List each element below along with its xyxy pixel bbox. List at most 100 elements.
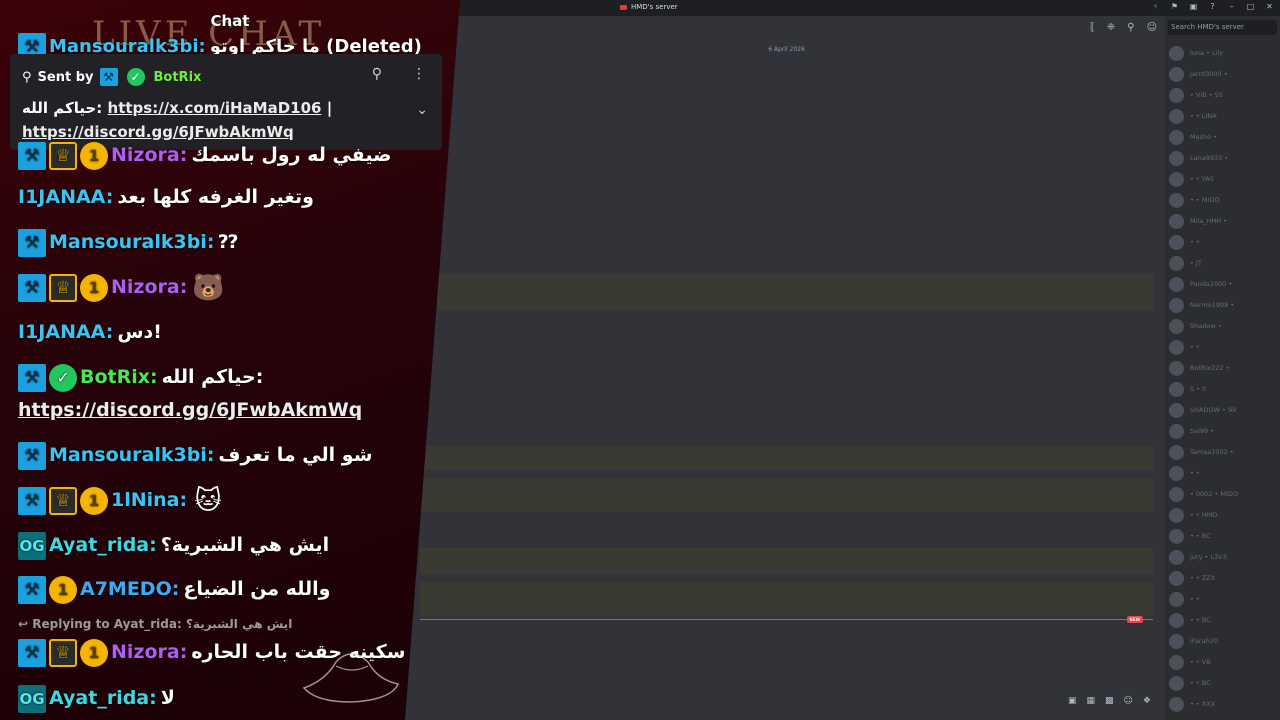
avatar <box>1169 129 1184 145</box>
member-name: Mesho • <box>1190 133 1217 141</box>
member-item[interactable]: • • VB <box>1169 653 1211 671</box>
highlighted-message[interactable] <box>420 446 1153 470</box>
member-item[interactable]: Shadow • <box>1169 317 1222 335</box>
chat-message: ⚒ Mansouralk3bi: شو الي ما تعرف <box>18 440 372 470</box>
member-name: Nermo1999 • <box>1190 301 1235 309</box>
inbox-icon[interactable]: ▣ <box>1189 2 1198 12</box>
avatar <box>1169 612 1184 628</box>
coin-badge-icon: 1 <box>80 273 108 302</box>
bookmark-icon[interactable]: ⚑ <box>1170 2 1179 12</box>
chat-link[interactable]: https://discord.gg/6JFwbAkmWq <box>18 399 362 421</box>
avatar <box>1169 465 1184 481</box>
moderator-badge-icon: ⚒ <box>18 486 46 515</box>
pinned-message[interactable]: ⚲ Sent by ⚒ ✓ BotRix ⚲ ⋮ ⌄ حياكم الله: h… <box>10 54 442 150</box>
member-item[interactable]: SHADOW • 99 <box>1169 401 1236 419</box>
chevron-down-icon[interactable]: ⌄ <box>416 102 428 118</box>
members-icon[interactable]: ☺ <box>1147 22 1157 33</box>
member-item[interactable]: • • <box>1169 464 1200 482</box>
member-name: • JT <box>1190 259 1202 267</box>
help-icon[interactable]: ? <box>1208 2 1217 12</box>
apps-icon[interactable]: ❖ <box>1143 696 1151 706</box>
chat-username: 1lNina: <box>111 489 188 511</box>
chat-username: I1JANAA: <box>18 186 114 208</box>
crown-badge-icon: ♕ <box>49 638 77 667</box>
mute-bell-icon[interactable]: ❈ <box>1107 22 1115 33</box>
member-item[interactable]: Jarrd3000 • <box>1169 65 1228 83</box>
pinned-username: BotRix <box>153 69 202 85</box>
nitro-icon[interactable]: ⚡ <box>1151 2 1160 12</box>
member-item[interactable]: • • YAS <box>1169 170 1214 188</box>
gift-icon[interactable]: ▣ <box>1068 696 1077 706</box>
avatar <box>1169 633 1184 649</box>
member-item[interactable]: Sal99 • <box>1169 422 1214 440</box>
member-item[interactable]: iFarah20 <box>1169 632 1218 650</box>
highlighted-message[interactable] <box>420 548 1153 574</box>
highlighted-message[interactable] <box>420 478 1153 512</box>
member-item[interactable]: • • LINA <box>1169 107 1217 125</box>
member-item[interactable]: Lana9933 • <box>1169 149 1228 167</box>
member-item[interactable]: Tamaa1002 • <box>1169 443 1234 461</box>
member-item[interactable]: • • XXX <box>1169 695 1215 713</box>
og-badge-icon: OG <box>18 684 46 713</box>
member-name: iFarah20 <box>1190 637 1218 645</box>
member-item[interactable]: • • <box>1169 338 1200 356</box>
avatar <box>1169 45 1184 61</box>
member-name: • • VB <box>1190 658 1211 666</box>
member-item[interactable]: • • BC <box>1169 674 1211 692</box>
member-item[interactable]: • • BC <box>1169 611 1211 629</box>
search-input[interactable]: Search HMD's server <box>1168 20 1277 35</box>
avatar <box>1169 318 1184 334</box>
chat-username: Mansouralk3bi: <box>49 444 215 466</box>
channel-toolbar: ⟦ ❈ ⚲ ☺ <box>1090 22 1157 33</box>
pin-icon[interactable]: ⚲ <box>372 66 382 82</box>
coin-badge-icon: 1 <box>49 575 77 604</box>
pinned-sender: ⚲ Sent by ⚒ ✓ BotRix <box>22 68 201 86</box>
sticker-icon[interactable]: ▩ <box>1105 696 1114 706</box>
chat-text: وتغير الغرفه كلها بعد <box>117 186 314 208</box>
member-item[interactable]: BotRix222 • <box>1169 359 1229 377</box>
member-name: Sal99 • <box>1190 427 1215 435</box>
avatar <box>1169 423 1184 439</box>
chat-text: ايش هي الشبرية؟ <box>160 534 330 556</box>
member-item[interactable]: luna • Lily <box>1169 44 1223 62</box>
more-options-icon[interactable]: ⋮ <box>412 66 426 82</box>
chat-text: لا <box>160 687 175 709</box>
member-name: • • <box>1190 469 1200 477</box>
member-name: Lana9933 • <box>1190 154 1229 162</box>
reply-arrow-icon: ↩ <box>18 617 29 631</box>
minimize-icon[interactable]: – <box>1227 2 1236 12</box>
gif-icon[interactable]: ▦ <box>1087 696 1096 706</box>
member-item[interactable]: • 0002 • MIDO <box>1169 485 1238 503</box>
avatar <box>1169 654 1184 670</box>
member-item[interactable]: S • S <box>1169 380 1206 398</box>
pinned-link-x[interactable]: https://x.com/iHaMaD106 <box>108 99 322 117</box>
member-item[interactable]: • • ZZX <box>1169 569 1215 587</box>
emoji-icon[interactable]: ☺ <box>1124 696 1133 706</box>
member-item[interactable]: • VIB • 55 <box>1169 86 1223 104</box>
member-item[interactable]: • • <box>1169 590 1200 608</box>
close-icon[interactable]: ✕ <box>1265 2 1274 12</box>
member-item[interactable]: • • BC <box>1169 527 1211 545</box>
maximize-icon[interactable]: □ <box>1246 2 1255 12</box>
member-item[interactable]: Mila_HHH • <box>1169 212 1227 230</box>
moderator-badge-icon: ⚒ <box>99 68 118 86</box>
highlighted-message[interactable] <box>420 582 1153 616</box>
member-item[interactable]: • • MIDO <box>1169 191 1219 209</box>
member-item[interactable]: Panda1000 • <box>1169 275 1232 293</box>
chat-message: ⚒ ✓ BotRix: حياكم الله: <box>18 362 263 392</box>
member-item[interactable]: Mesho • <box>1169 128 1217 146</box>
member-item[interactable]: jury • L3V3 <box>1169 548 1227 566</box>
member-item[interactable]: Nermo1999 • <box>1169 296 1234 314</box>
avatar <box>1169 87 1184 103</box>
pinned-link-discord[interactable]: https://discord.gg/6JFwbAkmWq <box>22 123 294 141</box>
avatar <box>1169 696 1184 712</box>
threads-icon[interactable]: ⟦ <box>1090 22 1095 33</box>
chat-username: Nizora: <box>111 641 188 663</box>
member-item[interactable]: • JT <box>1169 254 1202 272</box>
pin-icon[interactable]: ⚲ <box>1127 22 1134 33</box>
member-item[interactable]: • • <box>1169 233 1200 251</box>
highlighted-message[interactable] <box>420 274 1153 310</box>
member-item[interactable]: • • HMD <box>1169 506 1217 524</box>
avatar <box>1169 192 1184 208</box>
chat-username: Mansouralk3bi: <box>49 231 215 253</box>
